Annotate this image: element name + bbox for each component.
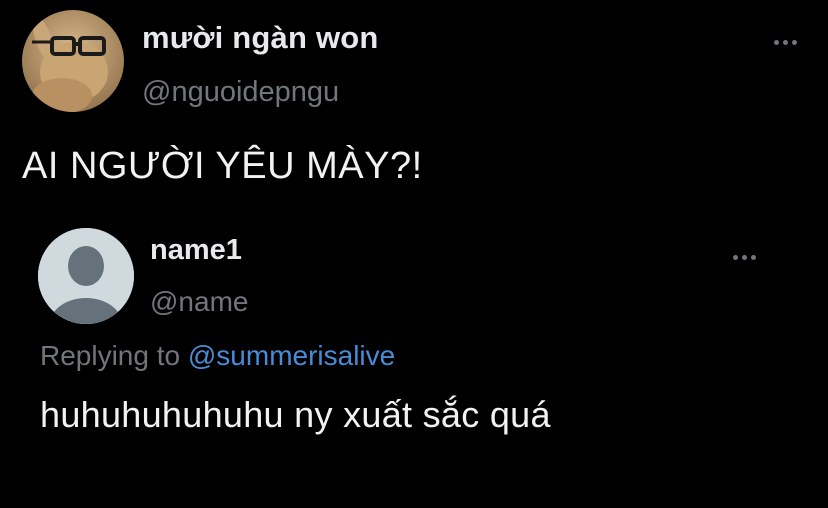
reply-text: huhuhuhuhuhu ny xuất sắc quá (40, 394, 551, 435)
more-options-dot (792, 40, 797, 45)
default-profile-avatar-icon (38, 228, 134, 324)
reply-tweet[interactable]: name1 @name Replying to @summerisalive h… (0, 210, 828, 508)
reply-display-name[interactable]: name1 (150, 234, 242, 267)
tweet-text: AI NGƯỜI YÊU MÀY?! (22, 145, 423, 187)
replying-mention-link[interactable]: @summerisalive (188, 340, 395, 371)
replying-to: Replying to @summerisalive (40, 340, 395, 372)
main-tweet: mười ngàn won @nguoidepngu AI NGƯỜI YÊU … (0, 0, 828, 508)
replying-prefix: Replying to (40, 340, 188, 371)
display-name[interactable]: mười ngàn won (142, 20, 379, 56)
more-options-button[interactable] (774, 40, 797, 45)
reply-avatar[interactable] (38, 228, 134, 324)
reply-handle[interactable]: @name (150, 286, 248, 318)
more-options-dot (751, 255, 756, 260)
more-options-dot (742, 255, 747, 260)
bunny-with-glasses-avatar-icon (22, 10, 124, 112)
user-avatar[interactable] (22, 10, 124, 112)
more-options-dot (783, 40, 788, 45)
user-handle[interactable]: @nguoidepngu (142, 76, 339, 109)
more-options-icon (733, 255, 738, 260)
reply-more-options-button[interactable] (733, 255, 756, 260)
more-options-icon (774, 40, 779, 45)
